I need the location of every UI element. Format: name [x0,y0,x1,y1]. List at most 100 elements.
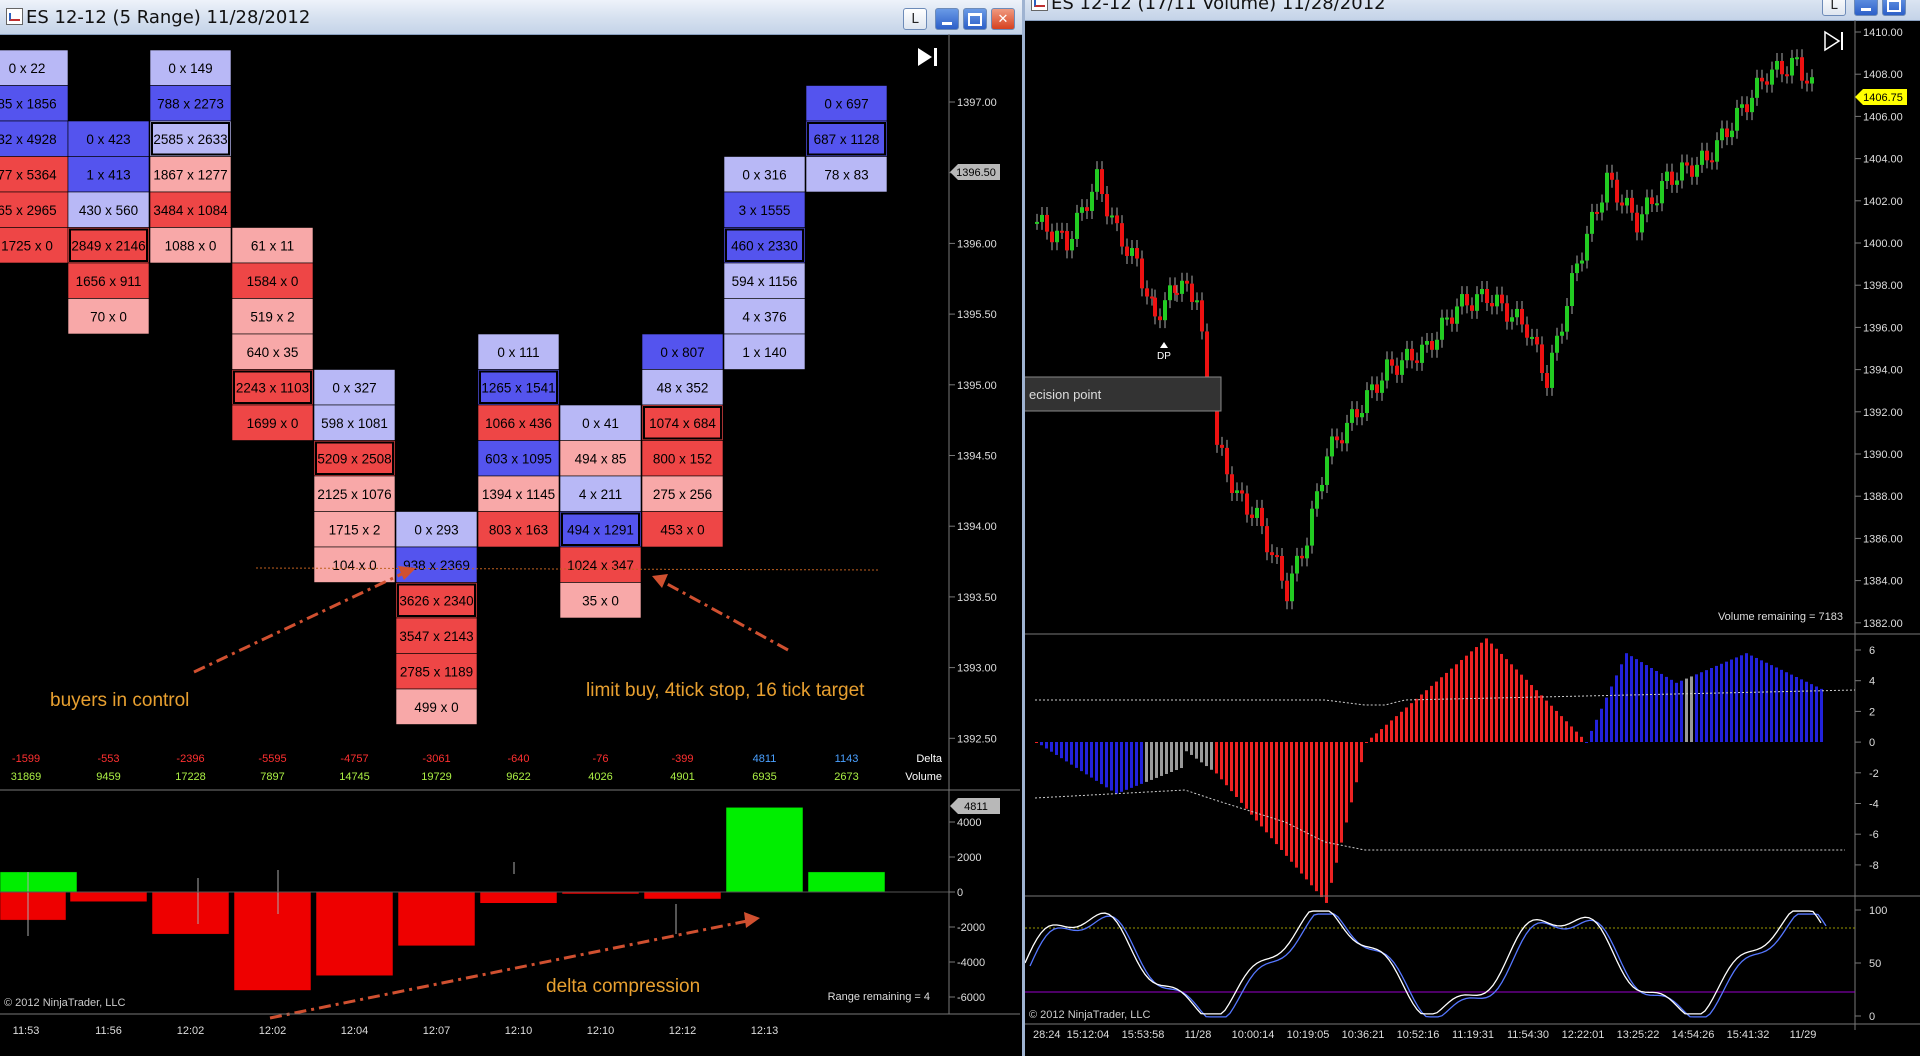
delta-bar [643,891,722,900]
footprint-cell-text: 1 x 413 [86,167,130,182]
go-to-end-icon[interactable] [918,48,937,66]
svg-text:1386.00: 1386.00 [1863,533,1903,545]
volume-value: 31869 [11,771,42,783]
svg-text:13:25:22: 13:25:22 [1617,1029,1660,1041]
footprint-cell-text: 460 x 2330 [731,238,798,253]
right-window-title: ES 12-12 (17/11 Volume) 11/28/2012 [1051,0,1386,14]
svg-text:1406.00: 1406.00 [1863,111,1903,123]
left-close-button[interactable]: ✕ [991,8,1015,30]
delta-value: -640 [507,753,529,765]
footprint-cell-text: 1715 x 2 [329,522,381,537]
time-axis: 11:53 11:56 12:02 12:02 12:04 12:07 12:10 12:10… [13,1025,779,1037]
volume-value: 14745 [339,771,370,783]
right-titlebar[interactable]: ES 12-12 (17/11 Volume) 11/28/2012 L [1025,0,1920,21]
footprint-cell-text: 0 x 149 [168,61,212,76]
svg-text:11:53: 11:53 [13,1025,40,1037]
right-maximize-button[interactable] [1882,0,1906,16]
svg-text:1393.00: 1393.00 [957,663,997,675]
footprint-cell-text: 430 x 560 [79,203,138,218]
svg-text:15:12:04: 15:12:04 [1067,1029,1110,1041]
footprint-cell-text: 35 x 0 [582,593,619,608]
svg-text:1400.00: 1400.00 [1863,238,1903,250]
candlestick-chart[interactable]: 1410.00 1408.00 1406.00 1404.00 1402.00 1400.… [1025,20,1920,1056]
footprint-cell-text: 1088 x 0 [165,238,217,253]
svg-text:1395.00: 1395.00 [957,380,997,392]
delta-bar [315,891,394,976]
minimize-icon [942,21,952,25]
delta-value: -1599 [12,753,40,765]
svg-text:12:02: 12:02 [177,1025,205,1037]
footprint-cell-text: 2785 x 1189 [400,664,473,679]
volume-value: 19729 [421,771,452,783]
delta-bar [0,871,78,893]
footprint-cells: 0 x 22 85 x 1856 32 x 4928 77 x 5364 65 x 29… [0,49,888,725]
svg-text:0: 0 [1869,1011,1875,1023]
svg-text:1396.00: 1396.00 [957,238,997,250]
delta-value: -5595 [258,753,286,765]
volume-value: 17228 [175,771,206,783]
footprint-cell-text: 1066 x 436 [485,416,552,431]
footprint-cell-text: 104 x 0 [332,558,376,573]
svg-text:10:52:16: 10:52:16 [1397,1029,1440,1041]
svg-text:100: 100 [1869,905,1887,917]
go-to-end-icon[interactable] [1824,30,1843,52]
svg-text:1394.00: 1394.00 [1863,365,1903,377]
footprint-cell-text: 1699 x 0 [247,416,299,431]
footprint-cell-text: 788 x 2273 [157,96,224,111]
left-minimize-button[interactable] [935,8,959,30]
maximize-icon [968,12,982,26]
svg-text:2: 2 [1869,706,1875,718]
svg-text:1408.00: 1408.00 [1863,69,1903,81]
volume-value: 4026 [588,771,612,783]
right-minimize-button[interactable] [1854,0,1878,16]
footprint-cell-text: 800 x 152 [653,451,712,466]
delta-bar [151,891,230,935]
dp-marker: DP [1157,342,1171,362]
svg-text:ecision point: ecision point [1029,387,1102,402]
svg-text:0: 0 [1869,737,1875,749]
volume-remaining: Volume remaining = 7183 [1718,611,1843,623]
footprint-cell-text: 0 x 327 [332,380,376,395]
annotation-delta: delta compression [546,976,700,997]
candles [1035,49,1814,610]
svg-text:14:54:26: 14:54:26 [1672,1029,1715,1041]
chart-app-icon [1031,0,1048,11]
left-link-button[interactable]: L [903,8,927,30]
delta-value: -399 [671,753,693,765]
svg-text:1394.50: 1394.50 [957,451,997,463]
close-icon: ✕ [997,11,1009,27]
footprint-cell-text: 519 x 2 [250,309,294,324]
right-copyright: © 2012 NinjaTrader, LLC [1029,1009,1150,1021]
minimize-icon [1861,7,1871,11]
footprint-cell-text: 3484 x 1084 [153,203,228,218]
footprint-cell-text: 687 x 1128 [814,132,880,147]
right-link-button[interactable]: L [1822,0,1846,16]
footprint-cell-text: 803 x 163 [489,522,548,537]
right-price-axis: 1410.00 1408.00 1406.00 1404.00 1402.00 1400.… [1855,27,1903,630]
left-maximize-button[interactable] [963,8,987,30]
maximize-icon [1887,0,1901,12]
delta-value: 1143 [835,753,859,765]
footprint-cell-text: 1265 x 1541 [481,380,555,395]
svg-text:6: 6 [1869,645,1875,657]
footprint-chart[interactable]: 0 x 22 85 x 1856 32 x 4928 77 x 5364 65 x 29… [0,34,1020,1056]
svg-text:-2000: -2000 [957,922,985,934]
stochastic-panel: 100 50 0 [1025,905,1887,1023]
delta-bar [69,891,148,902]
svg-text:1392.50: 1392.50 [957,733,997,745]
volume-value: 9459 [96,771,120,783]
svg-text:12:07: 12:07 [423,1025,451,1037]
svg-text:1382.00: 1382.00 [1863,618,1903,630]
svg-text:11/29: 11/29 [1790,1029,1817,1041]
footprint-cell-text: 1394 x 1145 [482,487,555,502]
footprint-cell-text: 453 x 0 [660,522,704,537]
left-titlebar[interactable]: ES 12-12 (5 Range) 11/28/2012 L ✕ [0,0,1022,35]
svg-text:1402.00: 1402.00 [1863,196,1903,208]
svg-text:1406.75: 1406.75 [1863,92,1903,104]
chart-app-icon [6,8,23,25]
svg-text:1393.50: 1393.50 [957,592,997,604]
footprint-cell-text: 3547 x 2143 [399,629,473,644]
svg-text:1388.00: 1388.00 [1863,491,1903,503]
footprint-cell-text: 1656 x 911 [76,274,142,289]
volume-value: 4901 [670,771,694,783]
